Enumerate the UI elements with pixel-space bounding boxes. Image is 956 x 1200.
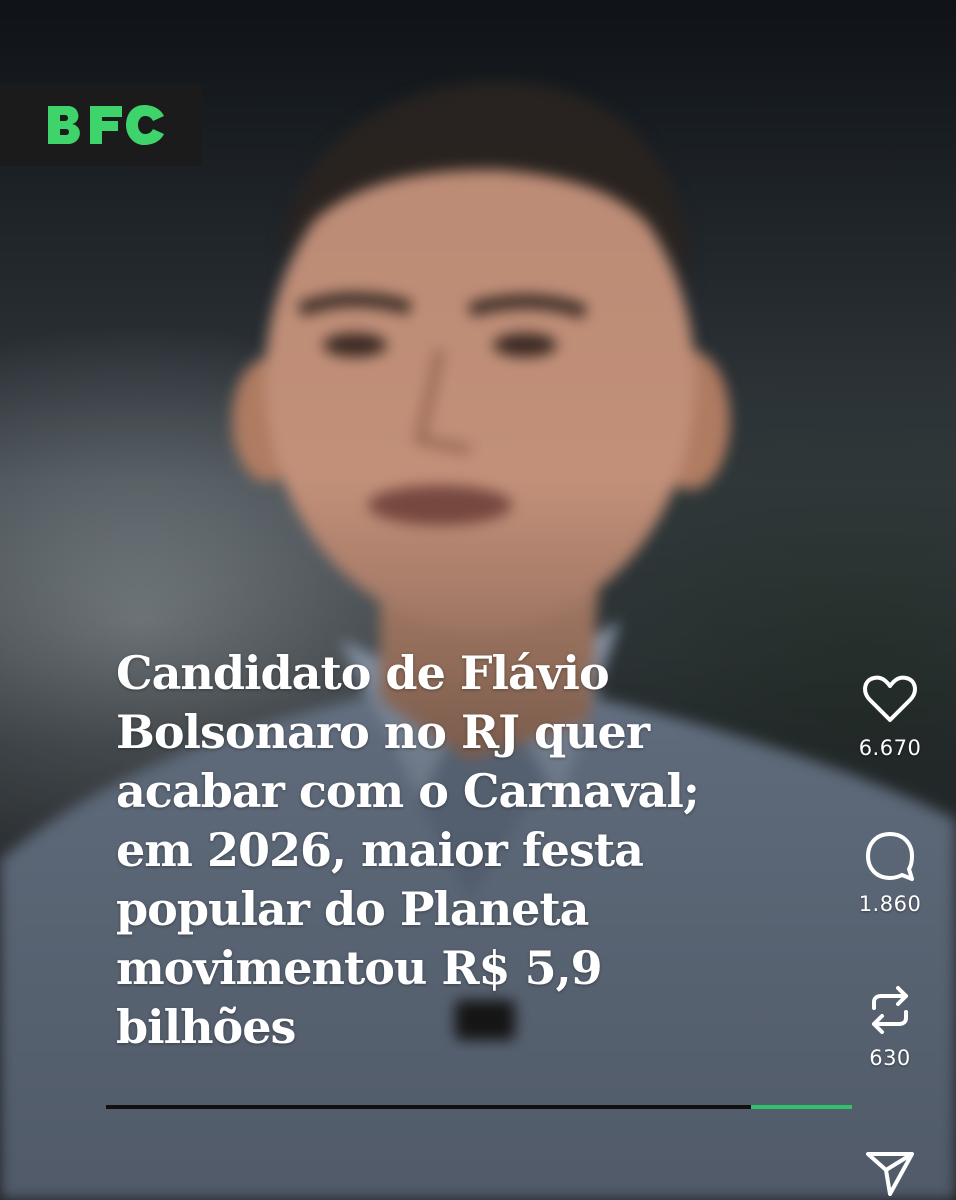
repost-button[interactable]: 630 <box>840 980 940 1070</box>
share-button[interactable] <box>840 1140 940 1200</box>
comment-button[interactable]: 1.860 <box>840 826 940 916</box>
heart-icon <box>860 670 920 730</box>
repost-count: 630 <box>869 1046 911 1070</box>
video-progress-fill <box>751 1105 852 1109</box>
speech-bubble-icon <box>860 826 920 886</box>
bfc-logo-icon <box>48 105 164 145</box>
reel-viewer: Candidato de Flávio Bolsonaro no RJ quer… <box>0 0 956 1200</box>
post-headline: Candidato de Flávio Bolsonaro no RJ quer… <box>116 646 700 1054</box>
like-button[interactable]: 6.670 <box>840 670 940 760</box>
like-count: 6.670 <box>858 736 922 760</box>
brand-logo <box>0 84 202 166</box>
comment-count: 1.860 <box>858 892 922 916</box>
paper-plane-icon <box>860 1140 920 1200</box>
repost-arrows-icon <box>860 980 920 1040</box>
video-progress-bar[interactable] <box>106 1105 852 1109</box>
